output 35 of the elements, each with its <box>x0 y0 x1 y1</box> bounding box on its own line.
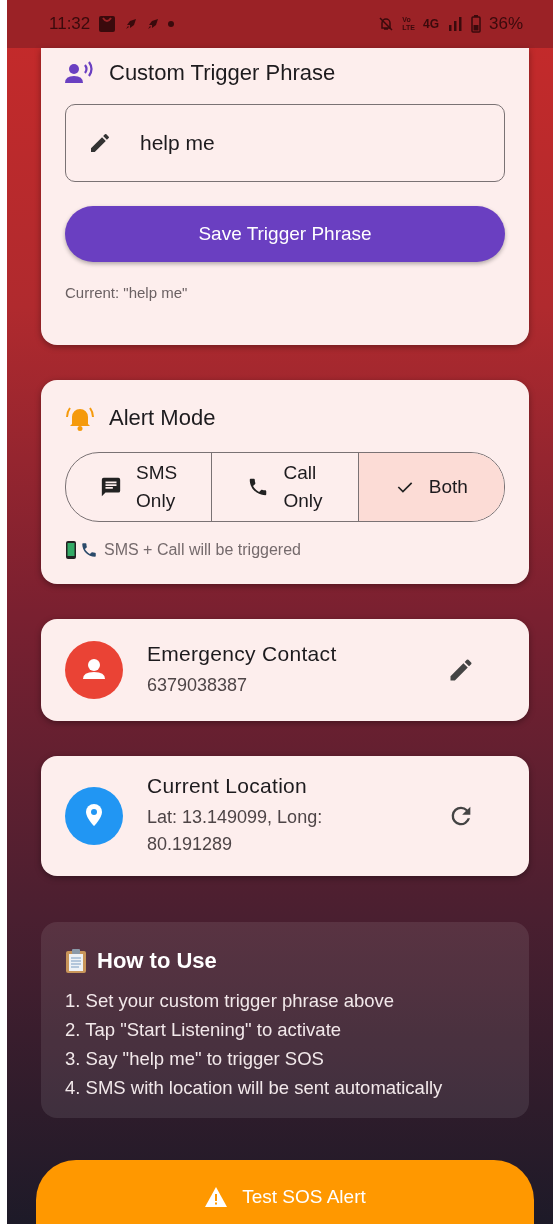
pencil-icon <box>88 131 112 155</box>
instruction-step: 3. Say "help me" to trigger SOS <box>65 1047 505 1071</box>
warning-icon <box>204 1186 229 1208</box>
person-avatar-icon <box>65 641 123 699</box>
instruction-step: 2. Tap "Start Listening" to activate <box>65 1018 505 1042</box>
bag-icon <box>98 15 117 33</box>
voice-person-icon <box>65 61 95 85</box>
contact-number: 6379038387 <box>147 673 249 697</box>
card-title: Alert Mode <box>109 405 216 431</box>
mobile-phone-icon <box>65 540 77 560</box>
trigger-phrase-field[interactable]: help me <box>65 104 505 182</box>
current-phrase: Current: "help me" <box>65 284 189 301</box>
save-button[interactable]: Save Trigger Phrase <box>65 206 505 262</box>
bell-off-icon <box>378 16 395 32</box>
location-coordinates: Lat: 13.149099, Long: 80.191289 <box>147 806 324 856</box>
contact-title: Emergency Contact <box>147 641 338 666</box>
location-title: Current Location <box>147 774 309 798</box>
battery-icon <box>470 15 481 33</box>
alert-mode-option[interactable]: Both <box>357 453 504 521</box>
instruction-step: 1. Set your custom trigger phrase above <box>65 989 505 1013</box>
network-label: 4G <box>422 17 439 31</box>
alert-mode-option[interactable]: SMS Only <box>66 453 212 521</box>
location-pin-icon <box>65 787 123 845</box>
signal-icon <box>446 17 463 31</box>
how-to-title: How to Use <box>97 948 217 974</box>
status-time: 11:32 <box>49 14 91 34</box>
phone-icon <box>80 541 98 559</box>
battery-percent: 36% <box>488 14 523 34</box>
alert-mode-hint: SMS + Call will be triggered <box>104 541 301 559</box>
clipboard-icon <box>65 948 87 974</box>
dot-icon <box>168 21 175 27</box>
card-title: Custom Trigger Phrase <box>109 60 336 86</box>
alert-mode-option[interactable]: Call Only <box>211 453 358 521</box>
message-icon <box>100 476 123 498</box>
instruction-step: 4. SMS with location will be sent automatically <box>65 1076 505 1100</box>
